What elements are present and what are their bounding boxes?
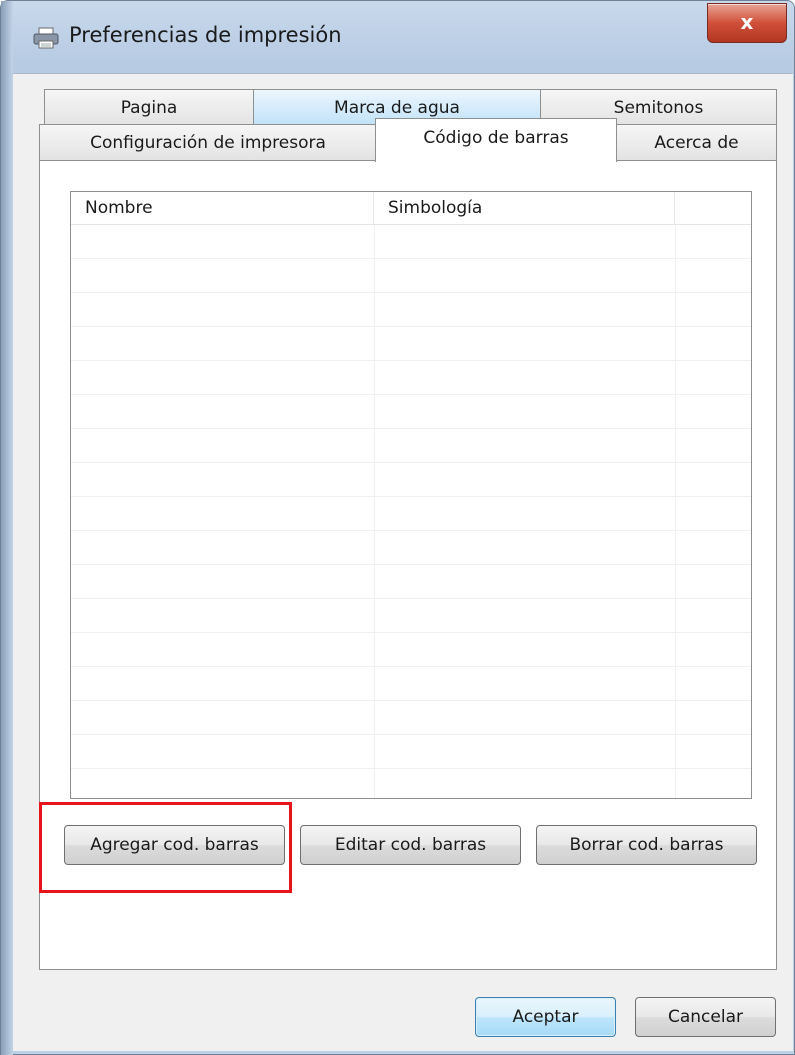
window-title: Preferencias de impresión [69,23,342,47]
list-item [71,701,751,735]
barcode-list[interactable]: Nombre Simbología [70,191,752,799]
dialog-client-area: Pagina Marca de agua Semitonos Configura… [13,73,793,1051]
delete-barcode-button[interactable]: Borrar cod. barras [536,825,757,865]
print-preferences-window: Preferencias de impresión x Pagina Marca… [0,0,795,1055]
list-item [71,259,751,293]
list-item [71,667,751,701]
list-item [71,735,751,769]
list-item [71,531,751,565]
tab-codigo-de-barras[interactable]: Código de barras [375,118,617,162]
column-header-empty[interactable] [675,192,751,225]
list-item [71,327,751,361]
list-item [71,293,751,327]
list-item [71,633,751,667]
list-item [71,769,751,798]
highlight-box [39,802,292,893]
close-button[interactable]: x [707,3,787,43]
title-bar[interactable]: Preferencias de impresión x [13,1,795,71]
list-item [71,565,751,599]
list-item [71,429,751,463]
tab-pagina[interactable]: Pagina [44,89,254,127]
close-icon: x [740,10,754,34]
cancel-button[interactable]: Cancelar [635,997,776,1037]
edit-barcode-button[interactable]: Editar cod. barras [300,825,521,865]
ok-button[interactable]: Aceptar [475,997,616,1037]
list-item [71,225,751,259]
list-item [71,599,751,633]
window-frame-left [1,1,13,1055]
column-header-simbologia[interactable]: Simbología [374,192,675,225]
column-header-nombre[interactable]: Nombre [71,192,374,225]
list-item [71,497,751,531]
printer-icon [33,27,59,49]
list-header: Nombre Simbología [71,192,751,225]
list-item [71,395,751,429]
tab-acerca-de[interactable]: Acerca de [616,124,777,162]
list-item [71,361,751,395]
tab-configuracion-de-impresora[interactable]: Configuración de impresora [39,124,377,162]
list-item [71,463,751,497]
